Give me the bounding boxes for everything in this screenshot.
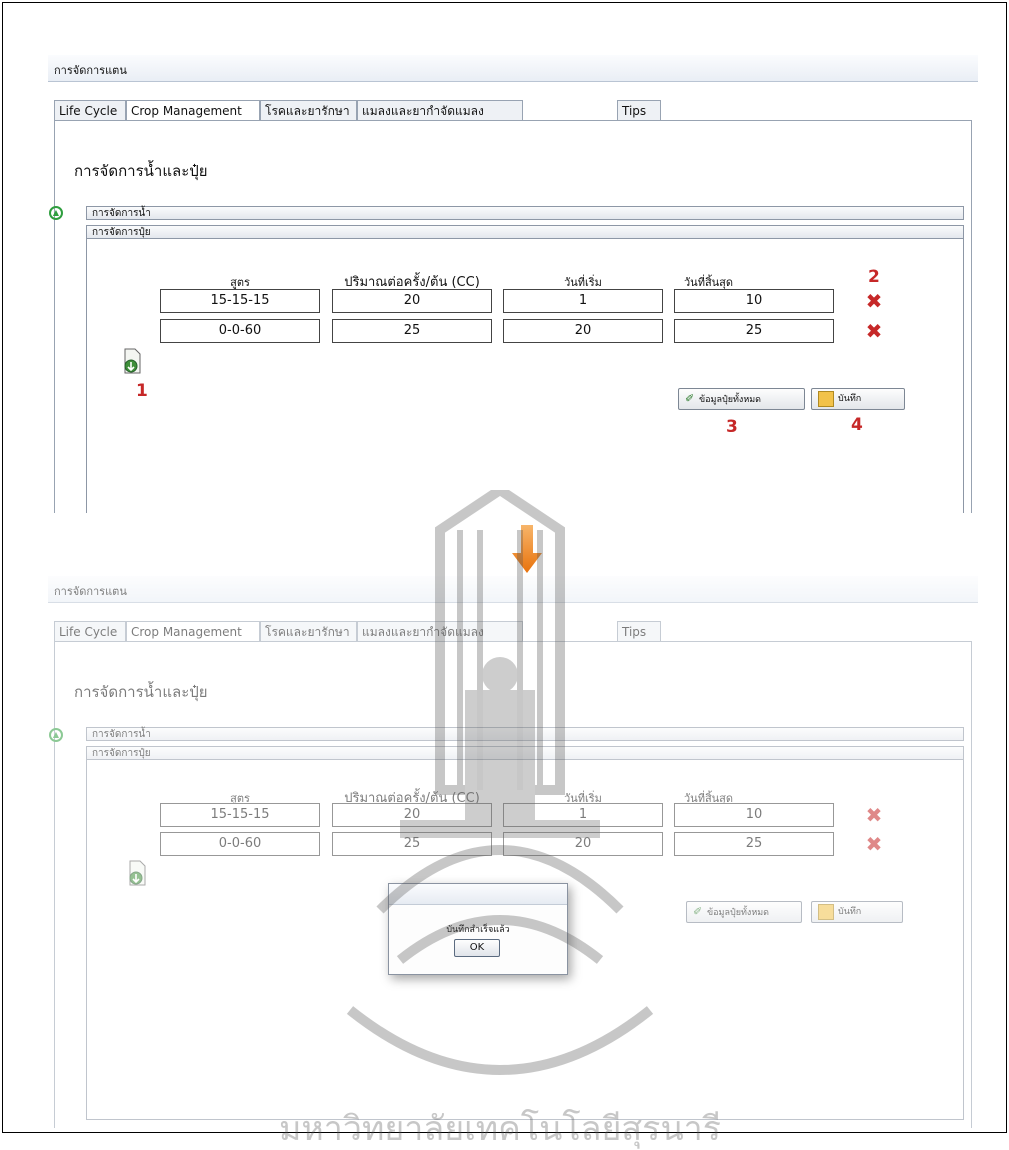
formula-field[interactable]: 15-15-15 [160, 289, 320, 313]
annotation-4: 4 [851, 415, 863, 435]
accordion-water[interactable]: การจัดการน้ำ [86, 206, 964, 220]
window-titlebar: การจัดการแตน [48, 576, 978, 603]
tab-life-cycle[interactable]: Life Cycle [54, 621, 126, 641]
annotation-1: 1 [136, 381, 148, 401]
tab-crop-management[interactable]: Crop Management [126, 100, 260, 122]
page-title: การจัดการน้ำและปุ๋ย [74, 162, 208, 180]
dialog-titlebar [389, 884, 567, 905]
tab-insect[interactable]: แมลงและยากำจัดแมลง [357, 621, 523, 641]
accordion-water[interactable]: การจัดการน้ำ [86, 727, 964, 741]
delete-row-icon[interactable]: ✖ [864, 805, 884, 825]
tab-disease[interactable]: โรคและยารักษา [260, 621, 357, 641]
leaf-icon: ✐ [693, 905, 703, 918]
delete-row-icon[interactable]: ✖ [864, 321, 884, 341]
down-arrow-icon [512, 525, 542, 573]
formula-field[interactable]: 0-0-60 [160, 319, 320, 343]
tab-disease[interactable]: โรคและยารักษา [260, 100, 357, 120]
accordion-fertilizer[interactable]: การจัดการปุ๋ย [86, 225, 964, 239]
window-title: การจัดการแตน [54, 585, 127, 598]
tab-tips[interactable]: Tips [617, 100, 661, 120]
formula-field[interactable]: 15-15-15 [160, 803, 320, 827]
add-row-icon[interactable] [126, 859, 148, 887]
end-day-field[interactable]: 25 [674, 832, 834, 856]
page-title: การจัดการน้ำและปุ๋ย [74, 683, 208, 701]
screenshot-after: การจัดการแตน Life Cycle Crop Management … [48, 576, 978, 1128]
amount-field[interactable]: 20 [332, 289, 492, 313]
start-day-field[interactable]: 1 [503, 289, 663, 313]
window-titlebar: การจัดการแตน [48, 55, 978, 82]
start-day-field[interactable]: 20 [503, 319, 663, 343]
start-day-field[interactable]: 20 [503, 832, 663, 856]
amount-field[interactable]: 20 [332, 803, 492, 827]
save-button[interactable]: บันทึก [811, 388, 905, 410]
fertilizer-info-button[interactable]: ✐ ข้อมูลปุ๋ยทั้งหมด [678, 388, 805, 410]
end-day-field[interactable]: 10 [674, 289, 834, 313]
tab-crop-management[interactable]: Crop Management [126, 621, 260, 643]
save-button[interactable]: บันทึก [811, 901, 903, 923]
collapse-icon[interactable]: ▲ [49, 728, 63, 742]
tab-insect[interactable]: แมลงและยากำจัดแมลง [357, 100, 523, 120]
ok-button[interactable]: OK [454, 939, 500, 957]
delete-row-icon[interactable]: ✖ [864, 291, 884, 311]
dialog-message: บันทึกสำเร็จแล้ว [446, 925, 510, 935]
save-label: บันทึก [838, 394, 862, 404]
annotation-3: 3 [726, 417, 738, 437]
tab-tips[interactable]: Tips [617, 621, 661, 641]
annotation-2: 2 [868, 267, 880, 287]
amount-field[interactable]: 25 [332, 832, 492, 856]
end-day-field[interactable]: 10 [674, 803, 834, 827]
tab-life-cycle[interactable]: Life Cycle [54, 100, 126, 120]
start-day-field[interactable]: 1 [503, 803, 663, 827]
delete-row-icon[interactable]: ✖ [864, 834, 884, 854]
dimmed-window: การจัดการแตน Life Cycle Crop Management … [48, 576, 978, 1128]
end-day-field[interactable]: 25 [674, 319, 834, 343]
amount-field[interactable]: 25 [332, 319, 492, 343]
floppy-icon [818, 390, 834, 407]
accordion-fertilizer[interactable]: การจัดการปุ๋ย [86, 746, 964, 760]
leaf-icon: ✐ [685, 392, 695, 405]
save-success-dialog: บันทึกสำเร็จแล้ว OK [388, 883, 568, 975]
screenshot-before: การจัดการแตน Life Cycle Crop Management … [48, 55, 978, 513]
fertilizer-info-label: ข้อมูลปุ๋ยทั้งหมด [699, 395, 762, 405]
formula-field[interactable]: 0-0-60 [160, 832, 320, 856]
window-title: การจัดการแตน [54, 64, 127, 77]
fertilizer-info-button[interactable]: ✐ ข้อมูลปุ๋ยทั้งหมด [686, 901, 802, 923]
collapse-icon[interactable]: ▲ [49, 206, 63, 220]
fertilizer-info-label: ข้อมูลปุ๋ยทั้งหมด [707, 908, 770, 918]
floppy-icon [818, 903, 834, 920]
add-row-icon[interactable] [121, 347, 143, 375]
save-label: บันทึก [838, 907, 862, 917]
